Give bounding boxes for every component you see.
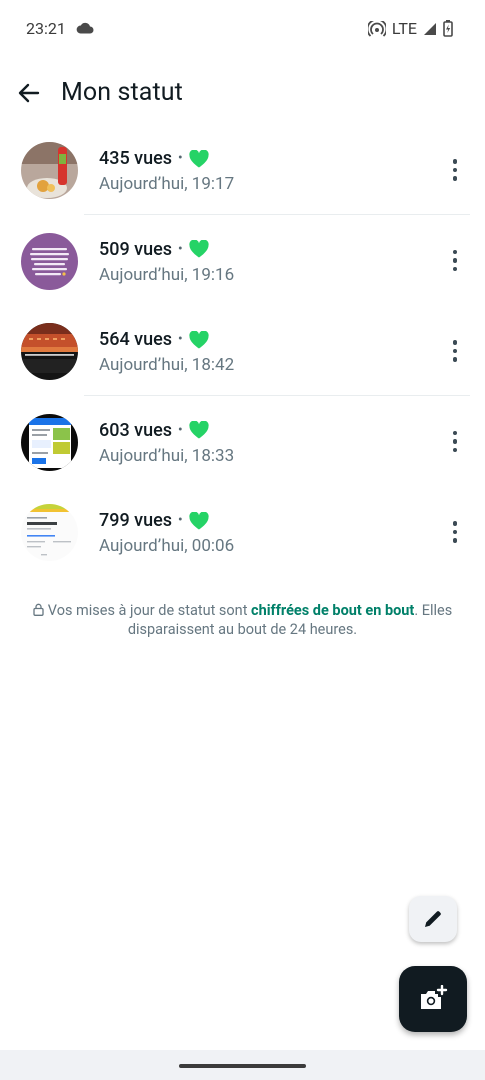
separator-dot: • [178,332,183,347]
heart-icon [188,149,209,167]
camera-add-icon [421,985,448,1009]
view-count: 799 vues [99,510,173,531]
view-count: 435 vues [99,148,173,169]
status-thumbnail [21,232,78,290]
more-options-button[interactable] [443,247,467,275]
system-status-bar: 23:21 LTE [0,0,485,58]
views-line: 799 vues • [99,510,209,531]
view-count: 603 vues [99,419,173,441]
page-title: Mon statut [61,78,183,107]
clock: 23:21 [26,19,66,38]
view-count: 509 vues [99,238,173,260]
status-item[interactable]: 799 vues • Aujourd’hui, 00:06 [0,486,485,577]
more-vert-icon [452,159,458,164]
more-vert-icon [452,249,458,255]
more-options-button[interactable] [443,428,467,456]
status-item[interactable]: 509 vues • Aujourd’hui, 19:16 [0,215,485,306]
more-options-button[interactable] [443,518,467,546]
cloud-icon [76,22,94,34]
status-thumbnail [21,504,78,561]
encryption-link[interactable]: chiffrées de bout en bout [251,602,414,619]
heart-icon [188,240,209,258]
separator-dot: • [178,513,183,528]
new-camera-status-button[interactable] [399,966,467,1032]
network-type: LTE [391,19,417,38]
status-list: 435 vues • Aujourd’hui, 19:17 509 vues •… [0,124,485,577]
separator-dot: • [178,241,183,257]
note-text-before: Vos mises à jour de statut sont [47,602,252,619]
system-navigation-bar [0,1050,485,1080]
battery-charging-icon [443,20,453,37]
heart-icon [188,511,209,529]
more-vert-icon [452,340,458,345]
back-button[interactable] [14,78,44,108]
status-thumbnail [21,142,78,199]
status-time: Aujourd’hui, 19:16 [99,264,235,285]
views-line: 435 vues • [99,148,209,169]
more-options-button[interactable] [443,337,467,365]
heart-icon [188,421,209,439]
heart-icon [188,330,209,348]
views-line: 509 vues • [99,239,209,260]
new-text-status-button[interactable] [409,896,457,942]
status-item[interactable]: 564 vues • Aujourd’hui, 18:42 [0,305,485,396]
more-options-button[interactable] [443,156,467,184]
more-vert-icon [452,430,458,436]
status-time: Aujourd’hui, 18:42 [99,355,235,375]
separator-dot: • [178,151,183,166]
status-thumbnail [21,323,78,380]
pencil-icon [425,911,441,927]
views-line: 603 vues • [99,420,209,441]
status-icons: LTE [367,19,453,38]
view-count: 564 vues [99,329,173,350]
more-vert-icon [452,521,458,526]
home-gesture-handle[interactable] [179,1064,306,1068]
hotspot-icon [367,20,386,37]
status-thumbnail [21,413,78,471]
views-line: 564 vues • [99,329,209,350]
signal-icon [424,22,436,35]
status-time: Aujourd’hui, 18:33 [99,445,235,466]
status-item[interactable]: 435 vues • Aujourd’hui, 19:17 [0,124,485,215]
arrow-left-icon [18,83,40,103]
lock-icon [33,603,44,616]
status-item[interactable]: 603 vues • Aujourd’hui, 18:33 [0,396,485,487]
status-time: Aujourd’hui, 19:17 [99,174,235,194]
encryption-note: Vos mises à jour de statut sont chiffrée… [30,601,455,639]
status-time: Aujourd’hui, 00:06 [99,536,235,556]
separator-dot: • [178,422,183,438]
app-bar: Mon statut [0,66,485,122]
